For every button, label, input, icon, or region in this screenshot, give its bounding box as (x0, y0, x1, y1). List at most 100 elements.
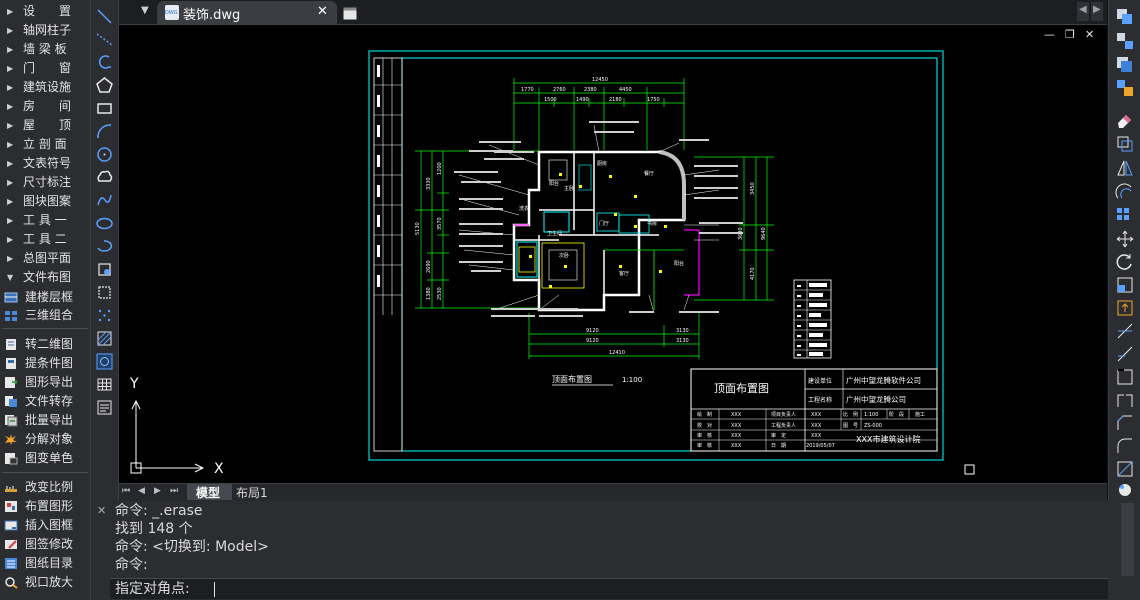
menu-dimension[interactable]: ▶ 尺寸标注 (0, 173, 90, 192)
tool-condition-drawing[interactable]: 提条件图 (0, 354, 90, 373)
menu-door-window[interactable]: ▶ 门 窗 (0, 59, 90, 78)
rectangle-icon[interactable] (94, 98, 115, 119)
menu-elevation-section[interactable]: ▶ 立 剖 面 (0, 135, 90, 154)
insert-frame-icon (4, 520, 18, 531)
command-input[interactable]: 指定对角点: (110, 578, 1108, 599)
menu-roof[interactable]: ▶ 屋 顶 (0, 116, 90, 135)
menu-axis-column[interactable]: ▶ 轴网柱子 (0, 21, 90, 40)
ellipse-icon[interactable] (94, 213, 115, 234)
last-layout-icon[interactable]: ⏭ (170, 486, 178, 496)
next-layout-icon[interactable]: ▶ (154, 486, 161, 496)
table-icon[interactable] (94, 374, 115, 395)
stretch-icon[interactable] (1115, 298, 1135, 318)
tool-drawing-list[interactable]: 图纸目录 (0, 554, 90, 573)
point-icon[interactable] (94, 305, 115, 326)
construction-line-icon[interactable] (94, 29, 115, 50)
tool-viewport-zoom[interactable]: 视口放大 (0, 573, 90, 592)
spline-icon[interactable] (94, 190, 115, 211)
command-prompt: 指定对角点: (115, 581, 195, 597)
rotate-icon[interactable] (1115, 252, 1135, 272)
trim-icon[interactable] (1115, 321, 1135, 341)
polygon-icon[interactable] (94, 75, 115, 96)
ellipse-arc-icon[interactable] (94, 236, 115, 257)
tab-scroll-left[interactable]: ◀ (1077, 2, 1089, 21)
menu-building-facilities[interactable]: ▶ 建筑设施 (0, 78, 90, 97)
tool-place-drawing[interactable]: 布置图形 (0, 497, 90, 516)
tool-explode-object[interactable]: 分解对象 (0, 430, 90, 449)
insert-block-icon[interactable] (94, 259, 115, 280)
menu-tools-1[interactable]: ▶ 工 具 一 (0, 211, 90, 230)
expand-arrow-icon: ▶ (7, 216, 14, 225)
arrange-icon[interactable] (1115, 78, 1135, 98)
svg-text:XXX市建筑设计院: XXX市建筑设计院 (856, 434, 920, 444)
chamfer-icon[interactable] (1115, 413, 1135, 433)
command-scrollbar[interactable] (1121, 503, 1134, 576)
mirror-icon[interactable] (1115, 158, 1135, 178)
tool-batch-export[interactable]: 批量导出 (0, 411, 90, 430)
arc-icon[interactable] (94, 121, 115, 142)
polyline-icon[interactable] (94, 52, 115, 73)
tool-insert-frame[interactable]: 插入图框 (0, 516, 90, 535)
previous-layout-icon[interactable]: ◀ (138, 486, 145, 496)
cascade-windows-icon[interactable] (1115, 55, 1135, 75)
tool-export-drawing[interactable]: 图形导出 (0, 373, 90, 392)
tab-document[interactable]: DWG 装饰.dwg ✕ (157, 1, 337, 24)
drawing-canvas[interactable]: — ❐ ✕ 12450 1770 2760 2380 4450 1500 149… (119, 25, 1107, 483)
svg-text:XXX: XXX (731, 443, 742, 449)
sheet-inner-frame (401, 57, 938, 452)
menu-site-plan[interactable]: ▶ 总图平面 (0, 249, 90, 268)
join-icon[interactable] (1115, 390, 1135, 410)
tab-close-icon[interactable]: ✕ (317, 4, 328, 19)
line-icon[interactable] (94, 6, 115, 27)
copy-window-icon[interactable] (1115, 7, 1135, 27)
explode-icon (5, 434, 17, 445)
tab-layout1[interactable]: 布局1 (232, 484, 272, 500)
extend-icon[interactable] (1115, 344, 1135, 364)
array-icon[interactable] (1115, 206, 1135, 226)
command-close-icon[interactable]: ✕ (97, 504, 106, 517)
copy-object-icon[interactable] (1115, 134, 1135, 154)
menu-settings[interactable]: ▶ 设 置 (0, 2, 90, 21)
tool-file-convert[interactable]: 文件转存 (0, 392, 90, 411)
tab-model[interactable]: 模型 (187, 484, 232, 500)
menu-text-table-symbol[interactable]: ▶ 文表符号 (0, 154, 90, 173)
multiline-text-icon[interactable] (94, 397, 115, 418)
fillet-icon[interactable] (1115, 436, 1135, 456)
svg-text:项目负责人: 项目负责人 (771, 411, 796, 418)
expand-arrow-icon: ▶ (7, 197, 14, 206)
tool-change-scale[interactable]: 改变比例 (0, 478, 90, 497)
menu-file-layout[interactable]: ▼ 文件布图 (0, 268, 90, 287)
command-history: 命令: _.erase 找到 148 个 命令: <切换到: Model> 命令… (115, 502, 1105, 574)
place-drawing-icon (5, 501, 17, 512)
circle-icon[interactable] (94, 144, 115, 165)
tool-floor-frame[interactable]: 建楼层框 (0, 288, 90, 307)
hatch-icon[interactable] (94, 328, 115, 349)
tab-list-dropdown[interactable]: ▼ (141, 5, 149, 16)
menu-block-pattern[interactable]: ▶ 图块图案 (0, 192, 90, 211)
break-icon[interactable] (1115, 367, 1135, 387)
new-tab-button[interactable] (343, 5, 357, 20)
make-block-icon[interactable] (94, 282, 115, 303)
tool-title-block[interactable]: 图签修改 (0, 535, 90, 554)
revision-cloud-icon[interactable] (94, 167, 115, 188)
tile-windows-icon[interactable] (1115, 31, 1135, 51)
tool-monochrome[interactable]: 图变单色 (0, 449, 90, 468)
menu-room[interactable]: ▶ 房 间 (0, 97, 90, 116)
tab-scroll-right[interactable]: ▶ (1091, 2, 1103, 21)
first-layout-icon[interactable]: ⏮ (122, 486, 130, 496)
svg-text:ZS-000: ZS-000 (864, 423, 882, 429)
scale-object-icon[interactable] (1115, 275, 1135, 295)
svg-text:2760: 2760 (553, 87, 566, 93)
offset-icon[interactable] (1115, 182, 1135, 202)
menu-tools-2[interactable]: ▶ 工 具 二 (0, 230, 90, 249)
svg-text:比 例: 比 例 (843, 411, 858, 418)
move-icon[interactable] (1115, 229, 1135, 249)
eraser-icon[interactable] (1115, 110, 1135, 130)
gradient-icon[interactable] (94, 351, 115, 372)
tool-3d-combine[interactable]: 三维组合 (0, 306, 90, 325)
explode-object-icon[interactable] (1115, 480, 1135, 500)
menu-wall-beam-slab[interactable]: ▶ 墙 梁 板 (0, 40, 90, 59)
blend-icon[interactable] (1115, 459, 1135, 479)
tool-to-2d[interactable]: 转二维图 (0, 335, 90, 354)
svg-text:广州中望龙腾公司: 广州中望龙腾公司 (846, 394, 906, 404)
